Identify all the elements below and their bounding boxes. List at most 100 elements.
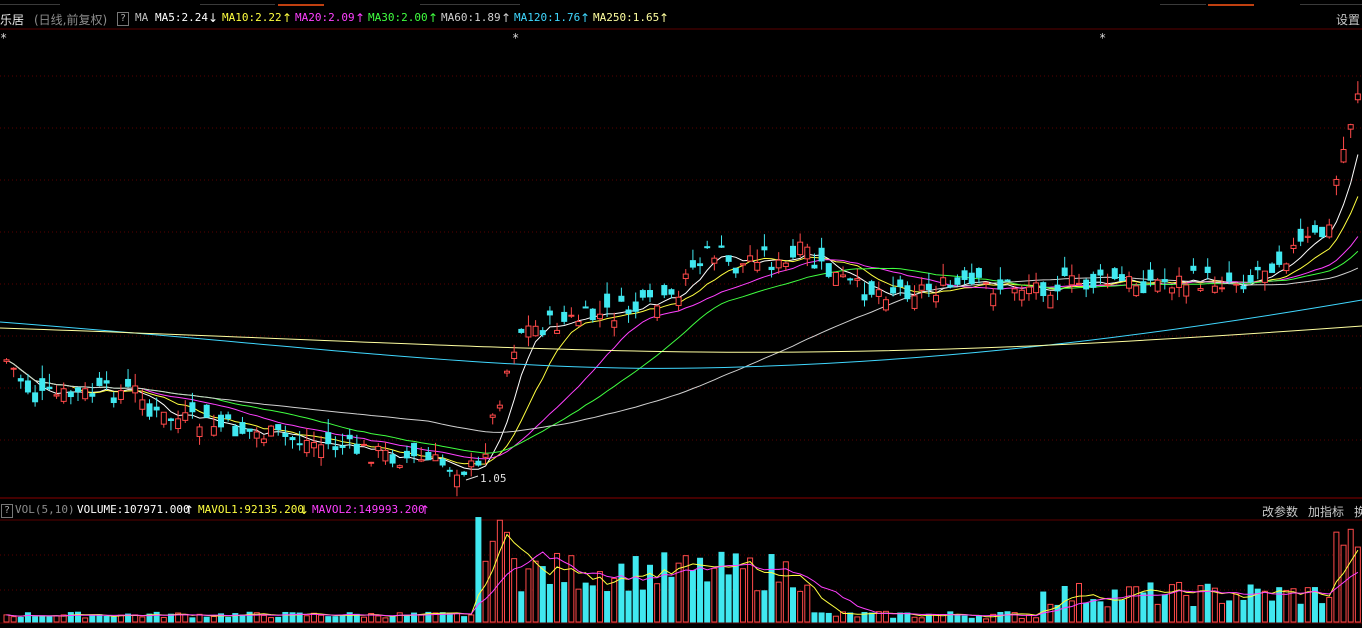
candle-body xyxy=(232,425,239,437)
event-star-icon[interactable]: * xyxy=(1099,31,1106,45)
mavol1-arrow-icon: ↓ xyxy=(299,503,310,517)
candle-body xyxy=(1204,266,1211,273)
volume-bar xyxy=(954,614,961,623)
candle-body xyxy=(647,290,653,298)
candle-body xyxy=(868,281,875,295)
candle-body xyxy=(1261,270,1268,283)
mavol2-value: MAVOL2:149993.200 xyxy=(312,503,425,516)
candle-body xyxy=(768,266,775,271)
volume-bar xyxy=(725,574,732,623)
volume-bar xyxy=(453,612,460,623)
volume-bar xyxy=(868,612,875,623)
volume-bar xyxy=(103,616,110,623)
candle-body xyxy=(1219,287,1225,290)
volume-bar xyxy=(639,589,646,623)
volume-bar xyxy=(539,566,546,623)
candle-body xyxy=(968,272,975,284)
candle-body xyxy=(997,279,1004,290)
volume-bar xyxy=(704,581,711,623)
volume-bar xyxy=(482,560,489,623)
candle-body xyxy=(1161,279,1168,283)
candle-body xyxy=(439,458,446,466)
candle-body xyxy=(711,257,718,264)
candle-body xyxy=(1111,268,1118,279)
volume-bar xyxy=(1061,585,1068,623)
volume-bar xyxy=(496,519,503,623)
volume-bar xyxy=(24,612,31,623)
candle-body xyxy=(411,442,418,457)
volume-bar xyxy=(225,616,232,623)
volume-bar xyxy=(1269,600,1276,623)
volume-bar xyxy=(1004,611,1011,623)
volume-bar xyxy=(361,616,367,623)
volume-bar xyxy=(782,561,789,623)
candle-body xyxy=(1311,225,1318,233)
volume-bar xyxy=(1183,594,1190,623)
candle-body xyxy=(39,378,46,391)
candle-body xyxy=(518,328,525,333)
candle-body xyxy=(554,329,561,334)
candle-body xyxy=(933,294,939,303)
candle-body xyxy=(954,277,961,285)
candle-body xyxy=(1183,284,1190,297)
volume-bar xyxy=(747,557,754,623)
candle-body xyxy=(1118,274,1125,282)
vol-help-button[interactable]: ? xyxy=(1,504,14,518)
kline-chart[interactable]: * * * 1.05 xyxy=(0,0,1362,628)
volume-bar xyxy=(96,614,103,623)
volume-bar xyxy=(711,567,718,623)
low-price-label: 1.05 xyxy=(480,472,507,485)
candle-body xyxy=(375,445,382,452)
candle-body xyxy=(110,397,117,404)
volume-bar xyxy=(189,617,196,623)
add-indicator-button[interactable]: 加指标 xyxy=(1308,503,1344,520)
candle-body xyxy=(1133,285,1140,297)
volume-bar xyxy=(968,617,975,623)
event-star-icon[interactable]: * xyxy=(512,31,519,45)
volume-bar xyxy=(504,531,510,623)
volume-bar xyxy=(1076,582,1082,623)
candle-body xyxy=(775,259,782,269)
candle-body xyxy=(1040,282,1047,297)
vol-indicator-name[interactable]: VOL(5,10) xyxy=(15,503,75,516)
candle-body xyxy=(268,425,275,437)
candle-body xyxy=(818,247,825,262)
candle-body xyxy=(389,454,396,464)
candle-body xyxy=(275,424,282,431)
candle-body xyxy=(325,432,332,445)
candle-body xyxy=(718,245,725,248)
candle-body xyxy=(196,426,203,438)
volume-bar xyxy=(897,612,904,623)
switch-indicator-button[interactable]: 换 xyxy=(1354,503,1362,520)
candle-body xyxy=(396,465,403,468)
moving-average-lines xyxy=(0,154,1362,470)
modify-params-button[interactable]: 改参数 xyxy=(1262,503,1298,520)
event-star-icon[interactable]: * xyxy=(0,31,7,45)
volume-bar xyxy=(1154,603,1161,623)
volume-bar xyxy=(632,556,639,623)
candle-body xyxy=(861,294,868,301)
candle-body xyxy=(1211,285,1218,293)
candle-body xyxy=(847,278,854,281)
candle-body xyxy=(782,262,789,268)
candle-body xyxy=(1333,178,1340,186)
volume-bar xyxy=(1047,603,1054,623)
candle-body xyxy=(139,399,146,410)
volume-bar xyxy=(1068,600,1075,623)
volume-bar xyxy=(1326,596,1333,623)
volume-bar xyxy=(947,611,954,623)
candle-body xyxy=(24,380,31,393)
candle-body xyxy=(353,443,360,454)
volume-bar xyxy=(589,585,596,623)
volume-bar xyxy=(1204,583,1211,623)
volume-bar xyxy=(1283,589,1290,623)
candle-body xyxy=(675,296,682,307)
candle-body xyxy=(175,418,182,430)
volume-bar xyxy=(303,615,310,623)
volume-bar xyxy=(468,614,475,623)
candle-body xyxy=(1140,281,1147,294)
candle-body xyxy=(32,392,39,403)
candle-body xyxy=(418,459,425,462)
volume-bar xyxy=(10,616,17,623)
candle-body xyxy=(332,446,339,451)
